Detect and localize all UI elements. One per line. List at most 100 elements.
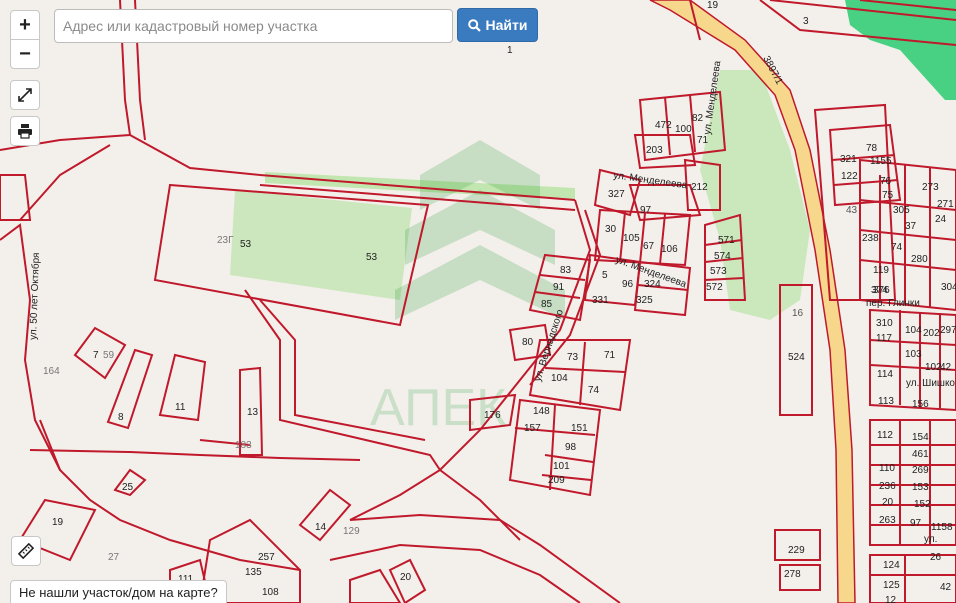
- svg-text:129: 129: [343, 526, 360, 537]
- svg-text:154: 154: [912, 432, 929, 443]
- svg-text:573: 573: [710, 266, 727, 277]
- svg-text:25: 25: [122, 482, 134, 493]
- svg-text:83: 83: [560, 265, 572, 276]
- print-button[interactable]: [10, 116, 40, 146]
- svg-text:97: 97: [640, 205, 652, 216]
- svg-text:572: 572: [706, 282, 723, 293]
- svg-text:75: 75: [882, 190, 894, 201]
- svg-text:97: 97: [910, 518, 922, 529]
- svg-text:37: 37: [905, 221, 917, 232]
- svg-text:пер. Глинки: пер. Глинки: [866, 298, 920, 309]
- svg-text:98: 98: [565, 442, 577, 453]
- ruler-icon: [18, 543, 34, 559]
- svg-text:122: 122: [841, 171, 858, 182]
- measure-button[interactable]: [11, 536, 41, 566]
- fullscreen-button[interactable]: [10, 80, 40, 110]
- svg-text:152: 152: [914, 499, 931, 510]
- svg-text:27: 27: [108, 552, 120, 563]
- svg-text:67: 67: [643, 241, 655, 252]
- svg-text:82: 82: [692, 113, 704, 124]
- svg-text:20: 20: [882, 497, 894, 508]
- svg-text:53: 53: [366, 252, 378, 263]
- search-icon: [467, 18, 481, 32]
- svg-text:12: 12: [885, 595, 897, 603]
- not-found-link[interactable]: Не нашли участок/дом на карте?: [10, 580, 227, 603]
- svg-text:100: 100: [675, 124, 692, 135]
- svg-text:114: 114: [877, 369, 893, 380]
- svg-text:157: 157: [524, 423, 541, 434]
- svg-text:71: 71: [604, 350, 616, 361]
- svg-text:238: 238: [862, 233, 879, 244]
- svg-text:461: 461: [912, 449, 929, 460]
- svg-text:310: 310: [876, 318, 893, 329]
- svg-text:53: 53: [240, 239, 252, 250]
- svg-text:153: 153: [912, 482, 929, 493]
- svg-text:119: 119: [873, 265, 889, 276]
- svg-text:14: 14: [315, 522, 327, 533]
- svg-text:7: 7: [93, 350, 99, 361]
- svg-text:212: 212: [691, 182, 708, 193]
- svg-text:280: 280: [911, 254, 928, 265]
- svg-text:1: 1: [507, 45, 513, 56]
- svg-text:327: 327: [608, 189, 625, 200]
- svg-text:269: 269: [912, 465, 929, 476]
- svg-text:73: 73: [567, 352, 579, 363]
- svg-text:117: 117: [876, 333, 892, 344]
- zoom-out-button[interactable]: −: [10, 39, 40, 69]
- svg-text:76: 76: [880, 176, 892, 187]
- svg-text:278: 278: [784, 569, 801, 580]
- svg-text:271: 271: [937, 199, 954, 210]
- svg-text:135: 135: [245, 567, 262, 578]
- svg-text:1158: 1158: [931, 522, 953, 533]
- zoom-in-button[interactable]: +: [10, 10, 40, 40]
- svg-text:263: 263: [879, 515, 896, 526]
- svg-text:101: 101: [553, 461, 570, 472]
- svg-text:8: 8: [118, 412, 124, 423]
- svg-text:74: 74: [588, 385, 600, 396]
- svg-text:571: 571: [718, 235, 735, 246]
- svg-text:11: 11: [175, 402, 186, 413]
- svg-text:20: 20: [400, 572, 412, 583]
- svg-text:108: 108: [262, 587, 279, 598]
- svg-text:ул.: ул.: [924, 534, 937, 545]
- svg-text:331: 331: [592, 295, 609, 306]
- svg-text:59: 59: [103, 350, 115, 361]
- svg-text:74: 74: [891, 242, 903, 253]
- svg-text:472: 472: [655, 120, 672, 131]
- svg-text:5: 5: [602, 270, 608, 281]
- svg-text:105: 105: [623, 233, 640, 244]
- svg-text:106: 106: [661, 244, 678, 255]
- svg-text:103: 103: [905, 349, 922, 360]
- cadastral-map[interactable]: АПЕК 1931 472 1008271 20332797212 301056…: [0, 0, 956, 603]
- svg-text:104: 104: [905, 325, 922, 336]
- svg-text:42: 42: [940, 582, 952, 593]
- svg-text:376: 376: [873, 285, 890, 296]
- search-input[interactable]: [54, 9, 453, 43]
- svg-text:16: 16: [792, 308, 804, 319]
- svg-text:297: 297: [940, 325, 956, 336]
- svg-text:203: 203: [646, 145, 663, 156]
- svg-text:112: 112: [877, 430, 893, 441]
- svg-text:19: 19: [52, 517, 64, 528]
- printer-icon: [18, 124, 32, 139]
- svg-text:19: 19: [707, 0, 719, 11]
- svg-text:151: 151: [571, 423, 588, 434]
- svg-text:71: 71: [697, 135, 709, 146]
- svg-text:229: 229: [788, 545, 805, 556]
- svg-text:1155: 1155: [870, 156, 892, 167]
- svg-text:164: 164: [43, 366, 60, 377]
- svg-text:110: 110: [879, 463, 895, 474]
- svg-text:113: 113: [878, 396, 894, 407]
- svg-text:80: 80: [522, 337, 534, 348]
- svg-text:148: 148: [533, 406, 550, 417]
- svg-text:524: 524: [788, 352, 805, 363]
- svg-text:156: 156: [912, 399, 929, 410]
- svg-text:3: 3: [803, 16, 809, 27]
- svg-text:ул. Шишко: ул. Шишко: [906, 378, 955, 389]
- svg-text:43: 43: [846, 205, 858, 216]
- svg-text:42: 42: [940, 362, 952, 373]
- svg-text:183: 183: [235, 440, 252, 451]
- svg-text:257: 257: [258, 552, 275, 563]
- search-button[interactable]: Найти: [457, 8, 538, 42]
- expand-icon: [18, 88, 32, 102]
